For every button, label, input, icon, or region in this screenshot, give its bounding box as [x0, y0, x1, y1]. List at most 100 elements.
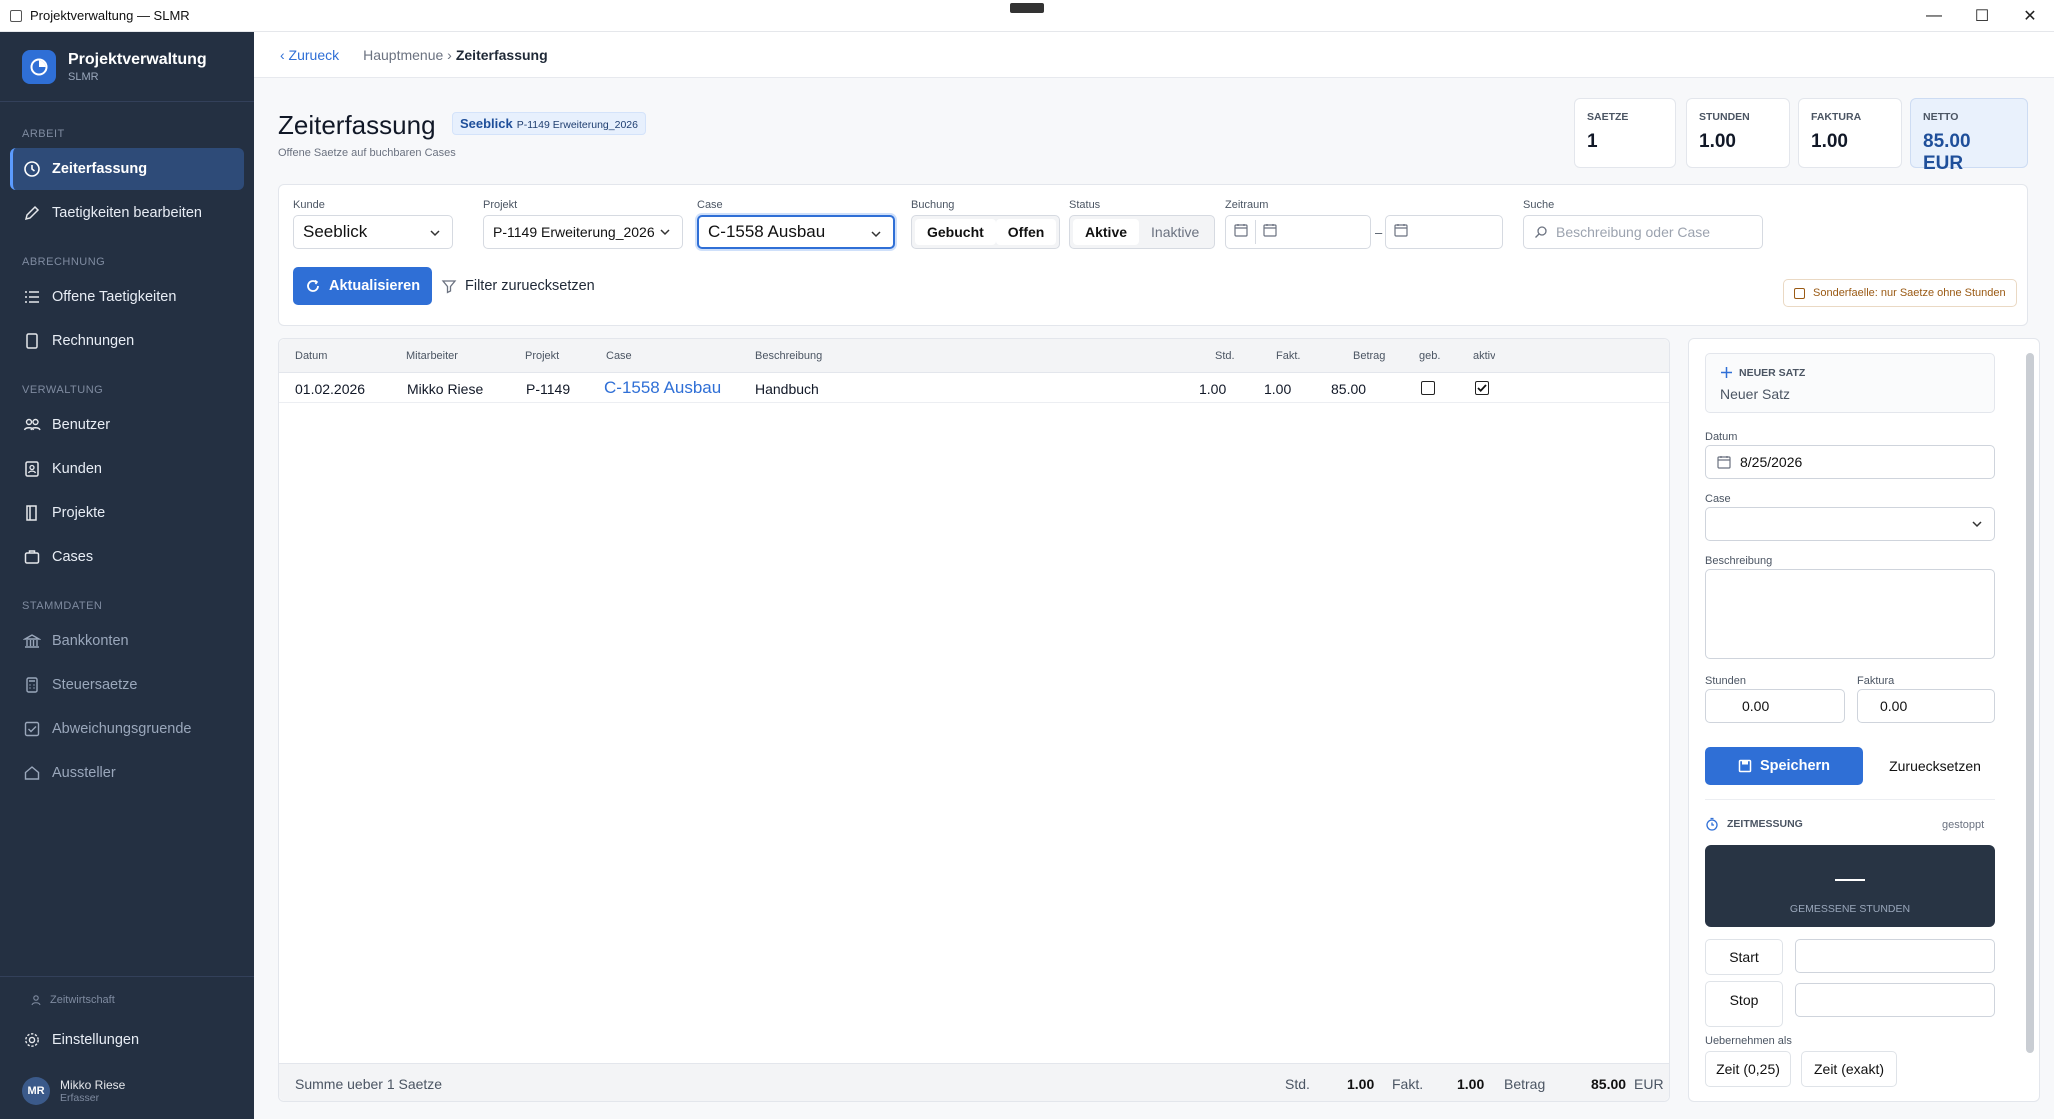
beschreibung-textarea[interactable] [1705, 569, 1995, 659]
chevron-down-icon [658, 225, 672, 242]
status-inaktive[interactable]: Inaktive [1139, 219, 1211, 245]
checkbox [1794, 287, 1805, 299]
buchung-offen[interactable]: Offen [995, 219, 1057, 245]
col-fakt[interactable]: Fakt. [1276, 350, 1300, 362]
sidebar-item-label: Zeiterfassung [52, 161, 148, 177]
date-from-input[interactable] [1225, 215, 1371, 249]
entries-table: Datum Mitarbeiter Projekt Case Beschreib… [278, 338, 1670, 1102]
contact-icon [22, 459, 42, 479]
sidebar-item-cases[interactable]: Cases [10, 536, 244, 578]
col-case[interactable]: Case [606, 350, 632, 362]
sidebar-item-bankkonten[interactable]: Bankkonten [10, 620, 244, 662]
avatar: MR [22, 1077, 50, 1105]
reset-filter-button[interactable]: Filter zuruecksetzen [441, 267, 595, 305]
sidebar-item-kunden[interactable]: Kunden [10, 448, 244, 490]
case-select[interactable]: C-1558 Ausbau [697, 215, 895, 249]
start-time-input[interactable] [1795, 939, 1995, 973]
footer-fakt-label: Fakt. [1392, 1076, 1424, 1092]
footer-zeitwirtschaft-label: Zeitwirtschaft [50, 994, 115, 1006]
panel-scrollbar[interactable] [2026, 353, 2034, 1053]
filter-card: Kunde Seeblick Projekt P-1149 Erweiterun… [278, 184, 2028, 326]
col-projekt[interactable]: Projekt [525, 350, 559, 362]
save-label: Speichern [1759, 758, 1831, 774]
sidebar: Projektverwaltung SLMR ARBEIT Zeiterfass… [0, 32, 254, 1119]
col-gebucht[interactable]: geb. [1419, 350, 1440, 362]
case-label: Case [697, 199, 723, 211]
table-header: Datum Mitarbeiter Projekt Case Beschreib… [279, 339, 1669, 373]
cell-case-link[interactable]: C-1558 Ausbau [604, 378, 721, 398]
start-button[interactable]: Start [1705, 939, 1783, 975]
checkbox-aktiv[interactable] [1475, 381, 1489, 395]
sidebar-item-zeiterfassung[interactable]: Zeiterfassung [10, 148, 244, 190]
stopwatch-icon [1705, 817, 1719, 831]
date-to-input[interactable] [1385, 215, 1503, 249]
sidebar-item-label: Taetigkeiten bearbeiten [52, 205, 202, 221]
user-profile[interactable]: MR Mikko Riese Erfasser [0, 1063, 254, 1119]
col-aktiv[interactable]: aktiv [1473, 350, 1495, 362]
maximize-button[interactable]: ☐ [1958, 0, 2006, 32]
divider [1255, 220, 1256, 244]
breadcrumb: ‹ Zurueck Hauptmenue › Zeiterfassung [254, 32, 2054, 78]
stunden-input[interactable]: 0.00 [1705, 689, 1845, 723]
brand-subtitle: SLMR [68, 70, 99, 83]
refresh-button[interactable]: Aktualisieren [293, 267, 433, 305]
user-name: Mikko Riese [60, 1078, 126, 1092]
datum-label: Datum [1705, 431, 1738, 443]
sidebar-item-taetigkeiten[interactable]: Taetigkeiten bearbeiten [10, 192, 244, 234]
panel-reset-button[interactable]: Zuruecksetzen [1875, 747, 1995, 785]
col-betrag[interactable]: Betrag [1353, 350, 1385, 362]
breadcrumb-parent[interactable]: Hauptmenue › [363, 47, 452, 63]
sidebar-item-aussteller[interactable]: Aussteller [10, 752, 244, 794]
case-select[interactable] [1705, 507, 1995, 541]
projekt-label: Projekt [483, 199, 518, 211]
back-link[interactable]: ‹ Zurueck [280, 47, 339, 63]
status-aktive[interactable]: Aktive [1073, 219, 1140, 245]
sidebar-item-benutzer[interactable]: Benutzer [10, 404, 244, 446]
stunden-label: Stunden [1705, 675, 1746, 687]
buchung-gebucht[interactable]: Gebucht [915, 219, 996, 245]
stop-time-input[interactable] [1795, 983, 1995, 1017]
minimize-button[interactable]: — [1910, 0, 1958, 32]
cell-std: 1.00 [1199, 381, 1227, 397]
sidebar-item-abweichungsgruende[interactable]: Abweichungsgruende [10, 708, 244, 750]
sidebar-item-offene-taetigkeiten[interactable]: Offene Taetigkeiten [10, 276, 244, 318]
status-toggle: Aktive Inaktive [1069, 215, 1216, 249]
sidebar-item-steuersaetze[interactable]: Steuersaetze [10, 664, 244, 706]
save-button[interactable]: Speichern [1705, 747, 1863, 785]
stop-button[interactable]: Stop [1705, 981, 1783, 1027]
footer-zeitwirtschaft: Zeitwirtschaft [0, 987, 254, 1013]
kpi-value: 85.00 EUR [1923, 131, 1971, 174]
close-button[interactable]: ✕ [2006, 0, 2054, 32]
entry-panel: NEUER SATZ Neuer Satz Datum 8/25/2026 Ca… [1688, 338, 2040, 1102]
kpi-netto: NETTO 85.00 EUR [1910, 98, 2028, 174]
col-std[interactable]: Std. [1215, 350, 1235, 362]
checkbox-gebucht[interactable] [1421, 381, 1435, 395]
faktura-input[interactable]: 0.00 [1857, 689, 1995, 723]
special-cases-checkbox[interactable]: Sonderfaelle: nur Saetze ohne Stunden [1783, 279, 2017, 307]
nav-section-abrechnung: ABRECHNUNG [22, 256, 106, 268]
kunde-label: Kunde [293, 199, 325, 211]
kunde-select[interactable]: Seeblick [293, 215, 453, 249]
table-row[interactable]: 01.02.2026 Mikko Riese P-1149 C-1558 Aus… [279, 373, 1669, 403]
kpi-value: 1.00 [1699, 131, 1736, 152]
drag-handle[interactable] [1010, 3, 1044, 13]
sidebar-item-projekte[interactable]: Projekte [10, 492, 244, 534]
sidebar-item-rechnungen[interactable]: Rechnungen [10, 320, 244, 362]
sidebar-item-label: Bankkonten [52, 633, 129, 649]
kpi-saetze: SAETZE 1 [1574, 98, 1676, 168]
col-beschreibung[interactable]: Beschreibung [755, 350, 822, 362]
kpi-label: SAETZE [1587, 111, 1629, 123]
apply-quarter-button[interactable]: Zeit (0,25) [1705, 1051, 1791, 1087]
page-title: Zeiterfassung [278, 110, 436, 140]
apply-exact-button[interactable]: Zeit (exakt) [1801, 1051, 1897, 1087]
sidebar-item-einstellungen[interactable]: Einstellungen [10, 1019, 244, 1061]
refresh-icon [305, 278, 321, 294]
footer-fakt-value: 1.00 [1457, 1076, 1485, 1092]
projekt-select[interactable]: P-1149 Erweiterung_2026 [483, 215, 683, 249]
timer-status: gestoppt [1942, 819, 1985, 831]
col-mitarbeiter[interactable]: Mitarbeiter [406, 350, 458, 362]
search-input[interactable]: Beschreibung oder Case [1523, 215, 1763, 249]
col-datum[interactable]: Datum [295, 350, 327, 362]
kpi-label: FAKTURA [1811, 111, 1862, 123]
datum-input[interactable]: 8/25/2026 [1705, 445, 1995, 479]
